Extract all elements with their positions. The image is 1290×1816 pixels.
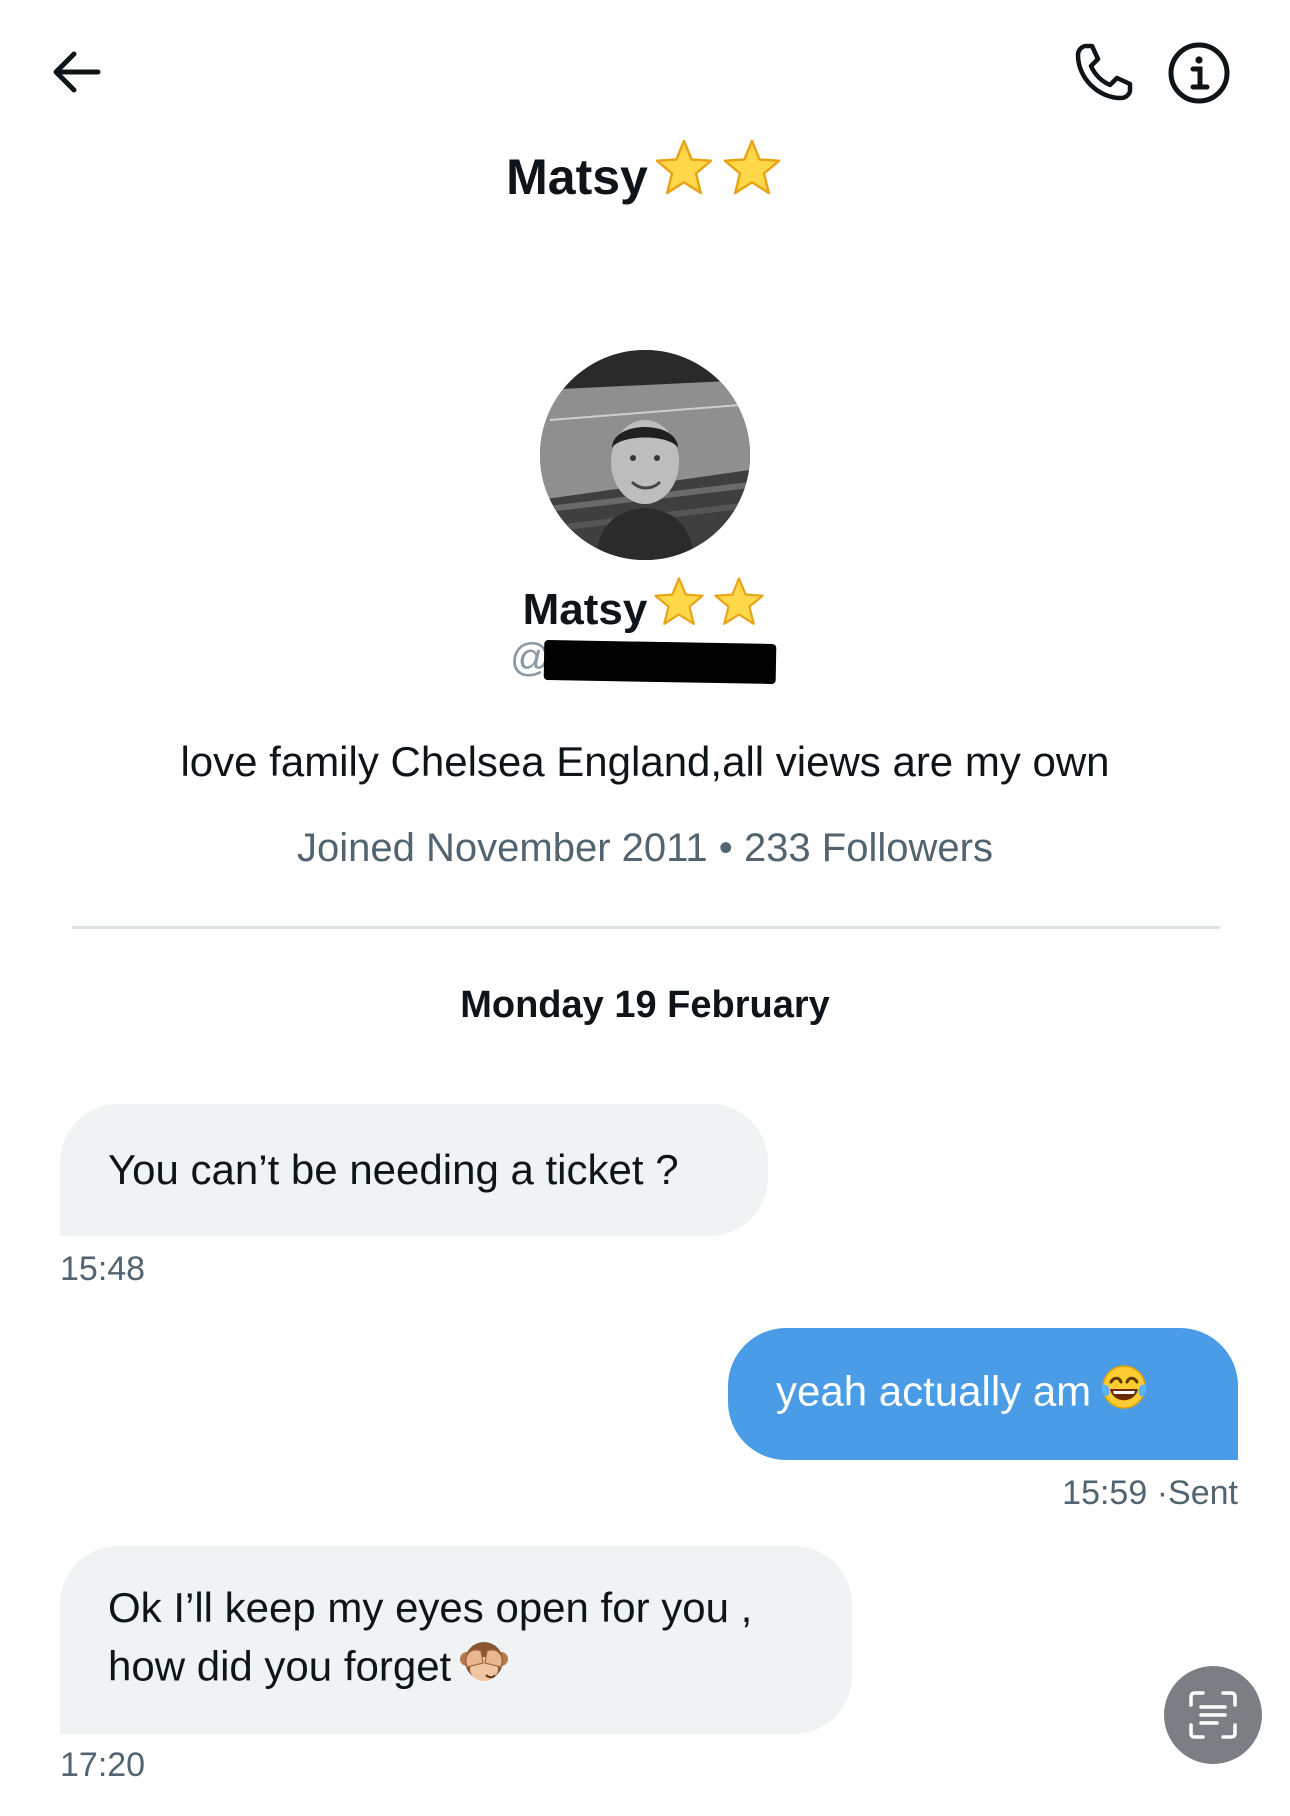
divider bbox=[72, 926, 1220, 929]
star-icon bbox=[723, 139, 781, 195]
message-bubble-outgoing[interactable]: yeah actually am bbox=[728, 1328, 1238, 1460]
profile-meta: Joined November 2011 • 233 Followers bbox=[0, 826, 1290, 871]
star-icon bbox=[714, 577, 765, 625]
info-button[interactable] bbox=[1160, 34, 1238, 112]
message-text: You can’t be needing a ticket ? bbox=[108, 1146, 679, 1193]
redaction-bar bbox=[543, 639, 777, 685]
message-text-line: Ok I’ll keep my eyes open for you , bbox=[108, 1583, 753, 1631]
call-button[interactable] bbox=[1068, 36, 1140, 108]
avatar[interactable] bbox=[540, 350, 750, 560]
profile-name-text: Matsy bbox=[522, 585, 648, 634]
scan-text-button[interactable] bbox=[1164, 1666, 1262, 1764]
meta-separator: • bbox=[718, 826, 733, 870]
conversation-title-text: Matsy bbox=[506, 149, 648, 205]
avatar-photo bbox=[540, 350, 750, 560]
sent-status: Sent bbox=[1168, 1474, 1238, 1512]
star-icon bbox=[654, 577, 705, 625]
conversation-title: Matsy bbox=[0, 136, 1290, 206]
profile-name: Matsy bbox=[0, 574, 1290, 635]
info-icon bbox=[1168, 42, 1230, 104]
message-timestamp: 15:59 bbox=[1062, 1474, 1148, 1512]
message-text-line: how did you forget bbox=[108, 1642, 452, 1690]
star-emojis bbox=[652, 136, 784, 200]
followers-count[interactable]: 233 Followers bbox=[744, 826, 993, 870]
date-separator: Monday 19 February bbox=[460, 984, 830, 1026]
arrow-left-icon bbox=[53, 51, 101, 93]
star-emojis bbox=[651, 574, 767, 630]
message-timestamp: 15:48 bbox=[60, 1250, 146, 1288]
phone-icon bbox=[1075, 43, 1133, 101]
profile-bio: love family Chelsea England,all views ar… bbox=[180, 738, 1110, 785]
message-status: 15:59 ·Sent bbox=[1062, 1474, 1238, 1513]
message-timestamp: 17:20 bbox=[60, 1746, 146, 1784]
status-dot: · bbox=[1156, 1474, 1169, 1512]
tears-of-joy-emoji-icon bbox=[1099, 1362, 1149, 1427]
message-text: yeah actually am bbox=[776, 1367, 1092, 1415]
scan-text-icon bbox=[1189, 1691, 1237, 1739]
star-icon bbox=[655, 139, 713, 195]
message-bubble-incoming[interactable]: Ok I’ll keep my eyes open for you , how … bbox=[60, 1546, 852, 1734]
joined-date: Joined November 2011 bbox=[297, 826, 708, 870]
back-button[interactable] bbox=[36, 36, 116, 108]
see-no-evil-monkey-emoji-icon bbox=[459, 1637, 509, 1702]
message-bubble-incoming[interactable]: You can’t be needing a ticket ? bbox=[60, 1104, 768, 1236]
profile-handle: @ bbox=[510, 636, 790, 686]
